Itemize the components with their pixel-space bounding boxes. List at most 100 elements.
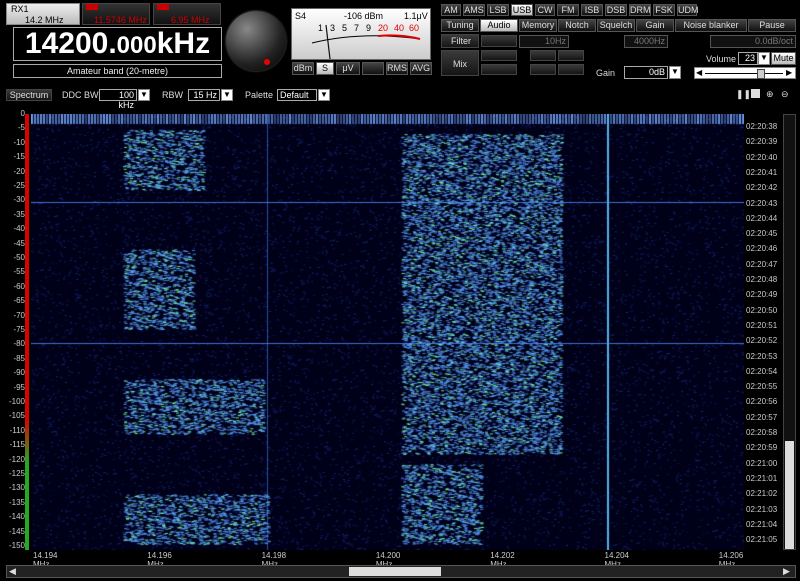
zoom-out-icon[interactable]: ⊖ xyxy=(781,89,789,100)
filter-preset-2[interactable] xyxy=(481,50,517,61)
frequency-display[interactable]: 14200.000kHz xyxy=(13,27,222,61)
vertical-scrollbar[interactable] xyxy=(783,114,796,550)
mode-udm-button[interactable]: UDM xyxy=(677,4,699,16)
mode-fm-button[interactable]: FM xyxy=(557,4,579,16)
time-label: 02:20:54 xyxy=(746,366,778,376)
time-label: 02:20:47 xyxy=(746,259,778,269)
filter-low-field[interactable]: 10Hz xyxy=(519,35,569,48)
gain-field[interactable]: 0dB xyxy=(624,66,668,79)
tab-notch[interactable]: Notch xyxy=(558,19,596,32)
scroll-right-icon[interactable]: ▶ xyxy=(783,566,790,577)
waterfall-display[interactable] xyxy=(31,114,744,550)
y-tick-label: -135 xyxy=(8,497,25,507)
tab-pause[interactable]: Pause xyxy=(748,19,796,32)
spectrum-button[interactable]: Spectrum xyxy=(6,89,52,101)
filter-slope-field[interactable]: 0.0dB/oct xyxy=(710,35,796,48)
y-tick-label: -15 xyxy=(13,152,25,162)
mode-fsk-button[interactable]: FSK xyxy=(653,4,675,16)
meter-dbm-button[interactable]: dBm xyxy=(292,62,314,75)
mix-button[interactable]: Mix xyxy=(441,50,479,76)
y-tick-label: -140 xyxy=(8,512,25,522)
tab-tuning[interactable]: Tuning xyxy=(441,19,479,32)
filter-step-3[interactable] xyxy=(558,50,584,61)
y-tick-label: -105 xyxy=(8,411,25,421)
gain-dropdown-icon[interactable]: ▼ xyxy=(669,66,681,79)
y-tick-label: -30 xyxy=(13,195,25,205)
y-tick-label: -75 xyxy=(13,325,25,334)
ddc-bw-select[interactable]: 100 kHz xyxy=(99,89,137,110)
volume-slider-thumb[interactable] xyxy=(757,69,765,79)
y-tick-label: -80 xyxy=(13,339,25,349)
tab-squelch[interactable]: Squelch xyxy=(597,19,635,32)
vfo-c-tab[interactable]: 6.95 MHz xyxy=(153,3,221,25)
mode-isb-button[interactable]: ISB xyxy=(581,4,603,16)
rbw-dropdown-icon[interactable]: ▼ xyxy=(221,89,233,101)
mode-cw-button[interactable]: CW xyxy=(535,4,555,16)
palette-dropdown-icon[interactable]: ▼ xyxy=(318,89,330,101)
meter-rms-button[interactable]: RMS xyxy=(386,62,408,75)
filter-step-4[interactable] xyxy=(558,64,584,75)
vertical-scrollbar-thumb[interactable] xyxy=(785,441,794,549)
filter-step-1[interactable] xyxy=(530,50,556,61)
vfo-c-indicator xyxy=(157,4,169,10)
volume-slider[interactable]: ◀ ▶ xyxy=(694,67,796,79)
y-tick-label: -85 xyxy=(13,353,25,363)
y-tick-label: -145 xyxy=(8,526,25,536)
meter-s-button[interactable]: S xyxy=(316,62,334,75)
pause-icon[interactable]: ❚❚ xyxy=(736,89,751,99)
ddc-bw-label: DDC BW xyxy=(62,90,99,100)
scroll-left-icon[interactable]: ◀ xyxy=(9,566,16,577)
y-tick-label: -120 xyxy=(8,454,25,464)
time-label: 02:20:51 xyxy=(746,320,778,330)
tab-audio[interactable]: Audio xyxy=(480,19,518,32)
tab-memory[interactable]: Memory xyxy=(519,19,557,32)
mute-button[interactable]: Mute xyxy=(771,52,796,65)
horizontal-scrollbar[interactable]: ◀ ▶ xyxy=(6,565,796,578)
mix-label: Mix xyxy=(453,59,467,69)
filter-preset-1[interactable] xyxy=(481,35,517,47)
horizontal-scrollbar-thumb[interactable] xyxy=(349,567,441,576)
level-bar xyxy=(25,114,29,550)
mode-lsb-button[interactable]: LSB xyxy=(487,4,509,16)
time-label: 02:20:45 xyxy=(746,229,778,239)
mode-am-button[interactable]: AM xyxy=(441,4,461,16)
meter-uv-button[interactable]: μV xyxy=(336,62,360,75)
filter-label: Filter xyxy=(451,36,471,46)
volume-field[interactable]: 23 xyxy=(738,52,758,65)
y-tick-label: -35 xyxy=(13,209,25,219)
meter-avg-button[interactable]: AVG xyxy=(410,62,432,75)
zoom-in-icon[interactable]: ⊕ xyxy=(766,89,774,100)
time-label: 02:20:39 xyxy=(746,137,778,147)
y-tick-label: -45 xyxy=(13,238,25,248)
filter-button[interactable]: Filter xyxy=(441,34,479,48)
mode-ams-button[interactable]: AMS xyxy=(463,4,485,16)
volume-right-icon[interactable]: ▶ xyxy=(786,68,792,77)
tab-noise-blanker[interactable]: Noise blanker xyxy=(675,19,747,32)
rx1-tab[interactable]: RX1 14.2 MHz xyxy=(6,3,80,25)
y-tick-label: -25 xyxy=(13,181,25,190)
volume-dropdown-icon[interactable]: ▼ xyxy=(758,52,770,65)
tab-gain[interactable]: Gain xyxy=(636,19,674,32)
mode-drm-button[interactable]: DRM xyxy=(629,4,651,16)
time-label: 02:20:40 xyxy=(746,152,778,162)
palette-label: Palette xyxy=(245,90,274,100)
filter-preset-3[interactable] xyxy=(481,64,517,75)
tuning-knob[interactable] xyxy=(226,11,286,71)
volume-left-icon[interactable]: ◀ xyxy=(696,68,702,77)
filter-step-2[interactable] xyxy=(530,64,556,75)
mode-dsb-button[interactable]: DSB xyxy=(605,4,627,16)
filter-high-field[interactable]: 4000Hz xyxy=(624,35,668,48)
time-label: 02:20:46 xyxy=(746,244,778,254)
y-tick-label: -10 xyxy=(13,137,25,147)
time-label: 02:20:50 xyxy=(746,305,778,315)
mode-usb-button[interactable]: USB xyxy=(511,4,533,16)
meter-blank-button[interactable] xyxy=(362,62,384,75)
time-label: 02:21:00 xyxy=(746,458,778,468)
rbw-select[interactable]: 15 Hz xyxy=(188,89,220,101)
time-label: 02:20:56 xyxy=(746,397,778,407)
palette-select[interactable]: Default xyxy=(277,89,317,101)
vfo-b-tab[interactable]: 11.5746 MHz xyxy=(82,3,150,25)
meter-needle xyxy=(325,24,331,60)
ddc-bw-dropdown-icon[interactable]: ▼ xyxy=(138,89,150,101)
save-icon[interactable] xyxy=(751,89,760,98)
